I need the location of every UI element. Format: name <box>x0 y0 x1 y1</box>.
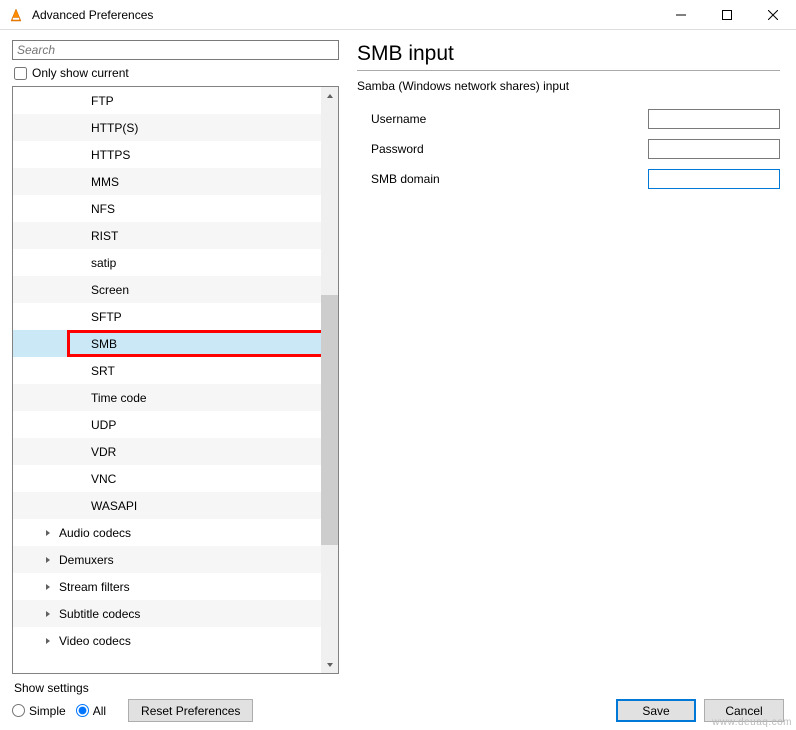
page-title: SMB input <box>357 40 780 66</box>
tree-item-label: SRT <box>91 364 115 378</box>
close-button[interactable] <box>750 0 796 29</box>
form-input[interactable] <box>648 109 780 129</box>
show-settings-group: Show settings Simple All Reset Preferenc… <box>12 681 253 722</box>
tree-item[interactable]: Stream filters <box>13 573 338 600</box>
tree-item[interactable]: NFS <box>13 195 338 222</box>
tree-item-label: VDR <box>91 445 116 459</box>
chevron-right-icon[interactable] <box>41 610 55 618</box>
tree-item[interactable]: HTTP(S) <box>13 114 338 141</box>
preferences-tree[interactable]: FTP HTTP(S) HTTPS MMS NFS RIST satip Screen SFTP… <box>13 87 338 654</box>
reset-preferences-button[interactable]: Reset Preferences <box>128 699 253 722</box>
scroll-thumb[interactable] <box>321 295 338 545</box>
tree-item-label: RIST <box>91 229 118 243</box>
tree-item-label: HTTPS <box>91 148 130 162</box>
tree-item-label: NFS <box>91 202 115 216</box>
tree-item-label: SFTP <box>91 310 122 324</box>
content: Only show current FTP HTTP(S) HTTPS MMS NFS R… <box>0 30 796 674</box>
form-input[interactable] <box>648 139 780 159</box>
form-label: Password <box>357 142 497 156</box>
tree-item-label: Time code <box>91 391 147 405</box>
minimize-button[interactable] <box>658 0 704 29</box>
search-input[interactable] <box>12 40 339 60</box>
tree-item-label: satip <box>91 256 116 270</box>
window-title: Advanced Preferences <box>32 8 658 22</box>
tree-item[interactable]: SMB <box>13 330 338 357</box>
tree-item-label: FTP <box>91 94 114 108</box>
tree-item[interactable]: MMS <box>13 168 338 195</box>
form-row: SMB domain <box>357 169 780 189</box>
settings-form: Username Password SMB domain <box>357 109 780 189</box>
tree-item-label: UDP <box>91 418 116 432</box>
left-pane: Only show current FTP HTTP(S) HTTPS MMS NFS R… <box>12 40 339 674</box>
show-settings-label: Show settings <box>12 681 253 695</box>
only-show-current[interactable]: Only show current <box>12 66 339 80</box>
save-button[interactable]: Save <box>616 699 696 722</box>
divider <box>357 70 780 71</box>
tree-item-label: Video codecs <box>59 634 131 648</box>
tree-item[interactable]: VNC <box>13 465 338 492</box>
radio-simple-input[interactable] <box>12 704 25 717</box>
tree-item[interactable]: RIST <box>13 222 338 249</box>
tree-item[interactable]: Screen <box>13 276 338 303</box>
tree-item[interactable]: UDP <box>13 411 338 438</box>
radio-all[interactable]: All <box>76 704 106 718</box>
chevron-right-icon[interactable] <box>41 637 55 645</box>
chevron-right-icon[interactable] <box>41 556 55 564</box>
form-label: Username <box>357 112 497 126</box>
chevron-right-icon[interactable] <box>41 529 55 537</box>
tree-item[interactable]: VDR <box>13 438 338 465</box>
tree-item[interactable]: SFTP <box>13 303 338 330</box>
form-row: Username <box>357 109 780 129</box>
cancel-button[interactable]: Cancel <box>704 699 784 722</box>
tree-item-label: Stream filters <box>59 580 130 594</box>
tree-item[interactable]: FTP <box>13 87 338 114</box>
scroll-up-icon[interactable] <box>321 87 338 104</box>
chevron-right-icon[interactable] <box>41 583 55 591</box>
tree-item-label: MMS <box>91 175 119 189</box>
tree-container: FTP HTTP(S) HTTPS MMS NFS RIST satip Screen SFTP… <box>12 86 339 674</box>
titlebar: Advanced Preferences <box>0 0 796 30</box>
radio-all-input[interactable] <box>76 704 89 717</box>
app-icon <box>8 7 24 23</box>
page-description: Samba (Windows network shares) input <box>357 79 780 93</box>
tree-item-label: SMB <box>91 337 117 351</box>
tree-item[interactable]: Time code <box>13 384 338 411</box>
form-label: SMB domain <box>357 172 497 186</box>
right-pane: SMB input Samba (Windows network shares)… <box>339 40 784 674</box>
scrollbar[interactable] <box>321 87 338 673</box>
tree-item[interactable]: satip <box>13 249 338 276</box>
tree-item-label: HTTP(S) <box>91 121 138 135</box>
window-controls <box>658 0 796 29</box>
tree-item-label: Screen <box>91 283 129 297</box>
tree-item-label: Demuxers <box>59 553 114 567</box>
maximize-button[interactable] <box>704 0 750 29</box>
tree-item[interactable]: HTTPS <box>13 141 338 168</box>
tree-item[interactable]: Demuxers <box>13 546 338 573</box>
tree-item[interactable]: Video codecs <box>13 627 338 654</box>
only-show-current-label: Only show current <box>32 66 129 80</box>
tree-item[interactable]: Audio codecs <box>13 519 338 546</box>
form-row: Password <box>357 139 780 159</box>
tree-item[interactable]: SRT <box>13 357 338 384</box>
tree-item[interactable]: WASAPI <box>13 492 338 519</box>
form-input[interactable] <box>648 169 780 189</box>
only-show-current-checkbox[interactable] <box>14 67 27 80</box>
tree-item-label: VNC <box>91 472 116 486</box>
tree-item[interactable]: Subtitle codecs <box>13 600 338 627</box>
radio-simple[interactable]: Simple <box>12 704 66 718</box>
tree-item-label: Audio codecs <box>59 526 131 540</box>
scroll-down-icon[interactable] <box>321 656 338 673</box>
tree-item-label: WASAPI <box>91 499 137 513</box>
tree-item-label: Subtitle codecs <box>59 607 140 621</box>
footer: Show settings Simple All Reset Preferenc… <box>0 674 796 730</box>
